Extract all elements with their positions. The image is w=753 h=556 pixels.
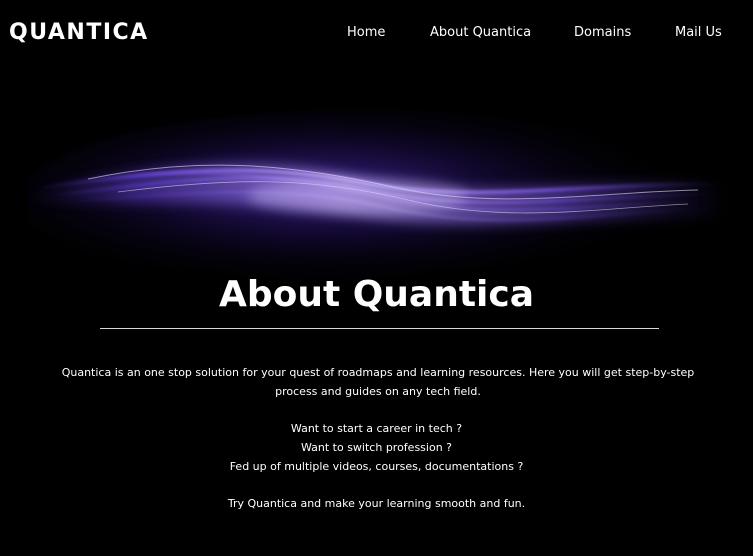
- closing-line: Try Quantica and make your learning smoo…: [227, 497, 526, 510]
- logo[interactable]: QUANTICA: [9, 19, 149, 47]
- nav-domains[interactable]: Domains: [574, 25, 631, 41]
- question-line-1: Want to start a career in tech ?: [290, 422, 463, 435]
- page-title: About Quantica: [218, 274, 535, 315]
- question-line-3: Fed up of multiple videos, courses, docu…: [229, 460, 524, 473]
- navbar: QUANTICA Home About Quantica Domains Mai…: [0, 0, 753, 68]
- nav-about[interactable]: About Quantica: [430, 25, 531, 41]
- question-line-2: Want to switch profession ?: [300, 441, 453, 454]
- intro-paragraph: Quantica is an one stop solution for you…: [61, 366, 695, 398]
- nav-home[interactable]: Home: [347, 25, 385, 41]
- nav-mail-us[interactable]: Mail Us: [675, 25, 722, 41]
- title-divider: [100, 328, 659, 329]
